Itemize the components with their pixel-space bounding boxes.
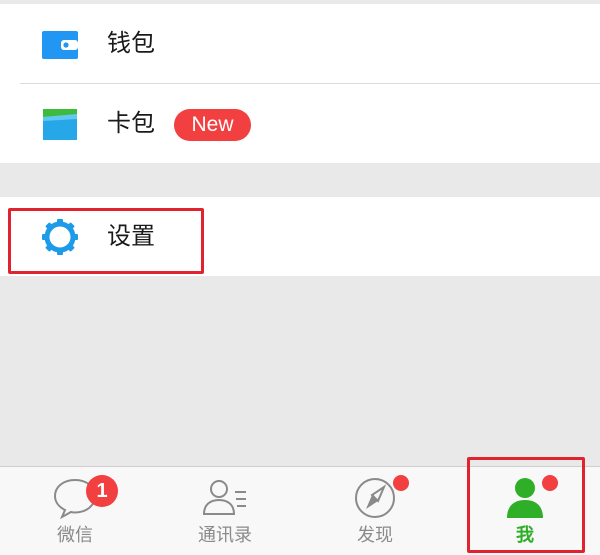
tab-wechat[interactable]: 1 微信 [0,467,150,555]
tab-contacts[interactable]: 通讯录 [150,467,300,555]
menu-item-wallet[interactable]: 钱包 [0,4,600,83]
menu-item-card-bag[interactable]: 卡包 New [0,84,600,163]
settings-highlight-box [8,208,204,274]
compass-icon [355,478,395,518]
tab-wechat-label: 微信 [57,525,93,546]
tab-contacts-label: 通讯录 [198,525,252,546]
card-bag-label: 卡包 [107,109,155,137]
contacts-icon [202,480,246,515]
unread-count-badge: 1 [86,475,118,507]
discover-dot-badge [393,475,409,491]
card-bag-icon [43,109,77,140]
wallet-label: 钱包 [107,29,155,57]
tab-discover[interactable]: 发现 [300,467,450,555]
new-badge: New [174,109,251,141]
me-tab-highlight-box [467,457,585,553]
menu-group-wallet-cards: 钱包 卡包 New [0,4,600,163]
wallet-icon [42,31,78,59]
tab-discover-label: 发现 [357,525,393,546]
